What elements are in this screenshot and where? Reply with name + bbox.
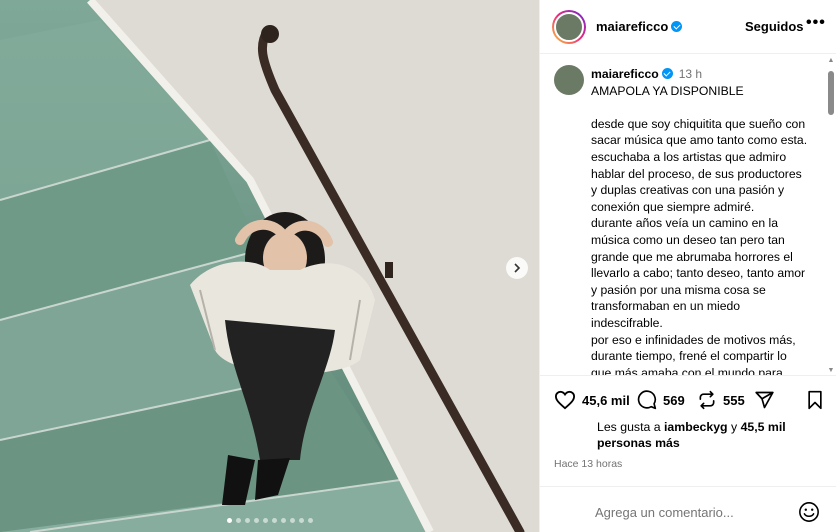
carousel-dot — [235, 518, 241, 523]
post-header: maiareficco Seguidos ••• — [540, 0, 836, 54]
caption-line: durante tiempo, frené el compartir lo — [591, 349, 787, 364]
caption-scroll-area[interactable]: maiareficco 13 h AMAPOLA YA DISPONIBLE de… — [540, 55, 836, 375]
caption-line: transformaban en un miedo — [591, 299, 741, 314]
photo-illustration — [0, 0, 539, 532]
like-button[interactable]: 45,6 mil — [554, 390, 630, 410]
caption-username[interactable]: maiareficco — [591, 67, 659, 81]
comment-button[interactable]: 569 — [637, 390, 685, 410]
more-options-button[interactable]: ••• — [806, 14, 826, 32]
caption-line: indescifrable. — [591, 315, 663, 330]
repost-icon — [699, 390, 715, 410]
caption-line: llevarlo a cabo; tanto deseo, tanto amor — [591, 266, 806, 281]
caption-line: música como un deseo tan pero tan — [591, 232, 785, 247]
action-bar: 45,6 mil 569 555 — [540, 375, 836, 425]
following-button[interactable]: Seguidos — [745, 19, 804, 34]
carousel-dot — [280, 518, 286, 523]
reposts-count: 555 — [723, 392, 745, 408]
likes-count: 45,6 mil — [582, 392, 630, 408]
next-photo-button[interactable] — [506, 257, 528, 279]
carousel-dot — [253, 518, 259, 523]
chevron-right-icon — [514, 263, 521, 273]
caption-avatar[interactable] — [554, 65, 584, 95]
caption-line: hablar del proceso, de sus productores — [591, 166, 802, 181]
caption-line: y pasión por una misma cosa se — [591, 282, 766, 297]
caption-line: por eso e infinidades de motivos más, — [591, 332, 796, 347]
caption-line: y duplas creativas con una pasión y — [591, 183, 785, 198]
caption-line: sacar música que amo tanto como esta. — [591, 133, 808, 148]
carousel-dot — [271, 518, 277, 523]
carousel-dot — [307, 518, 313, 523]
carousel-dot — [226, 518, 232, 523]
caption-line: durante años veía un camino en la — [591, 216, 779, 231]
comments-count: 569 — [663, 392, 685, 408]
share-button[interactable] — [754, 390, 775, 410]
post-photo[interactable] — [0, 0, 539, 532]
verified-icon — [671, 21, 683, 32]
carousel-dot — [298, 518, 304, 523]
header-username[interactable]: maiareficco — [596, 19, 683, 34]
caption-line — [591, 99, 816, 116]
caption-line: conexión que siempre admiré. — [591, 199, 755, 214]
carousel-dot — [262, 518, 268, 523]
post-timestamp[interactable]: Hace 13 horas — [554, 458, 622, 470]
liked-by-user-link[interactable]: iambeckyg — [664, 420, 728, 434]
comment-icon — [637, 390, 657, 410]
scrollbar-thumb[interactable] — [828, 71, 834, 115]
liked-by-text: Les gusta a iambeckyg y 45,5 mil persona… — [597, 420, 786, 450]
caption-line: grande que me abrumaba horrores el — [591, 249, 793, 264]
comment-bar — [540, 486, 836, 532]
caption-time: 13 h — [678, 67, 703, 81]
caption-line: que más amaba con el mundo para — [591, 365, 783, 375]
carousel-dot — [244, 518, 250, 523]
post-side-panel: maiareficco Seguidos ••• maiareficco 13 h… — [539, 0, 836, 532]
verified-icon — [661, 68, 673, 79]
repost-button[interactable]: 555 — [697, 390, 745, 410]
avatar[interactable] — [552, 9, 586, 44]
caption-line: escuchaba a los artistas que admiro — [591, 149, 787, 164]
comment-input[interactable] — [595, 505, 795, 520]
caption-text: maiareficco 13 h AMAPOLA YA DISPONIBLE de… — [591, 66, 816, 375]
carousel-indicator — [0, 518, 539, 523]
emoji-icon[interactable] — [798, 501, 820, 523]
caption-scrollbar[interactable]: ▲ ▼ — [827, 57, 835, 375]
save-button[interactable] — [806, 390, 824, 410]
carousel-dot — [289, 518, 295, 523]
caption-line: desde que soy chiquitita que sueño con — [591, 116, 806, 131]
bookmark-icon — [808, 390, 822, 410]
heart-icon — [554, 390, 576, 410]
share-icon — [755, 391, 774, 409]
caption-line: AMAPOLA YA DISPONIBLE — [591, 83, 744, 98]
